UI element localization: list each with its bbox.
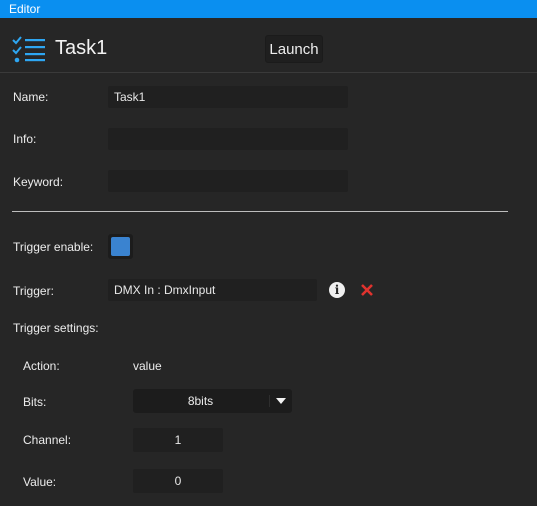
task-title: Task1 (55, 37, 108, 59)
channel-label: Channel: (23, 433, 72, 447)
info-icon[interactable]: i (329, 282, 345, 298)
name-field[interactable]: Task1 (108, 86, 348, 108)
window-titlebar: Editor (0, 0, 537, 18)
section-divider (12, 211, 508, 212)
channel-stepper[interactable]: 1 (133, 428, 223, 452)
trigger-settings-label: Trigger settings: (13, 321, 99, 335)
info-label: Info: (13, 132, 37, 146)
info-field[interactable] (108, 128, 348, 150)
task-list-icon (12, 36, 45, 63)
keyword-field[interactable] (108, 170, 348, 192)
action-value: value (133, 359, 162, 373)
bits-select[interactable]: 8bits (133, 389, 292, 413)
chevron-down-icon (276, 398, 286, 404)
header-divider (0, 72, 537, 73)
action-label: Action: (23, 359, 60, 373)
checkbox-checked-mark (111, 237, 130, 256)
window-title: Editor (9, 2, 41, 16)
launch-button[interactable]: Launch (265, 35, 323, 63)
value-stepper[interactable]: 0 (133, 469, 223, 493)
value-label: Value: (23, 475, 57, 489)
trigger-field[interactable]: DMX In : DmxInput (108, 279, 317, 301)
bits-label: Bits: (23, 395, 47, 409)
trigger-enable-label: Trigger enable: (13, 240, 94, 254)
trigger-enable-checkbox[interactable] (108, 234, 133, 259)
delete-icon[interactable] (357, 281, 377, 299)
select-divider (269, 395, 270, 407)
trigger-label: Trigger: (13, 284, 54, 298)
bits-selected-value: 8bits (187, 394, 214, 408)
name-label: Name: (13, 90, 49, 104)
keyword-label: Keyword: (13, 175, 64, 189)
